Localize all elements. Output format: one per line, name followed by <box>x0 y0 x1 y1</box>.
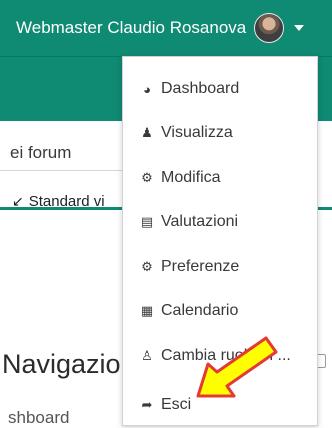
menu-item-dashboard[interactable]: ◕ Dashboard <box>123 69 317 109</box>
menu-item-label: Visualizza <box>161 124 233 141</box>
menu-item-calendario[interactable]: ▦ Calendario <box>123 291 317 331</box>
user-dropdown-menu: ◕ Dashboard ♟ Visualizza ⚙ Modifica ▤ Va… <box>122 56 318 426</box>
table-icon: ▤ <box>140 214 154 229</box>
menu-item-label: Preferenze <box>161 258 240 275</box>
search-forum-fragment: ei forum <box>10 143 72 162</box>
menu-item-label: Cambia ruolo in ... <box>161 347 291 364</box>
search-field-underline <box>0 170 122 171</box>
user-icon: ♟ <box>141 125 153 140</box>
cog-icon: ⚙ <box>141 170 153 185</box>
menu-item-cambia-ruolo[interactable]: ♙ Cambia ruolo in ... <box>123 336 317 376</box>
calendar-icon: ▦ <box>140 303 154 318</box>
menu-item-label: Valutazioni <box>161 213 239 230</box>
top-navbar: Webmaster Claudio Rosanova <box>0 0 332 56</box>
user-outline-icon: ♙ <box>141 348 153 363</box>
caret-down-icon <box>294 25 305 31</box>
menu-item-label: Esci <box>161 396 192 413</box>
tachometer-icon: ◕ <box>143 81 151 97</box>
menu-item-label: Modifica <box>161 169 221 186</box>
menu-item-esci[interactable]: ➦ Esci <box>123 385 317 425</box>
user-avatar <box>254 13 285 43</box>
menu-item-label: Calendario <box>161 302 239 319</box>
menu-item-valutazioni[interactable]: ▤ Valutazioni <box>123 202 317 242</box>
user-name: Webmaster Claudio Rosanova <box>16 18 247 37</box>
wrench-icon: ⚙ <box>141 259 153 274</box>
menu-item-preferenze[interactable]: ⚙ Preferenze <box>123 247 317 287</box>
menu-item-visualizza[interactable]: ♟ Visualizza <box>123 113 317 153</box>
navigation-dashboard-fragment[interactable]: shboard <box>8 408 69 428</box>
menu-item-modifica[interactable]: ⚙ Modifica <box>123 158 317 198</box>
sign-out-icon: ➦ <box>141 397 153 412</box>
menu-item-label: Dashboard <box>161 80 240 97</box>
user-menu-toggle[interactable]: Webmaster Claudio Rosanova <box>16 0 322 56</box>
navigation-block-title: Navigazio <box>2 349 121 379</box>
